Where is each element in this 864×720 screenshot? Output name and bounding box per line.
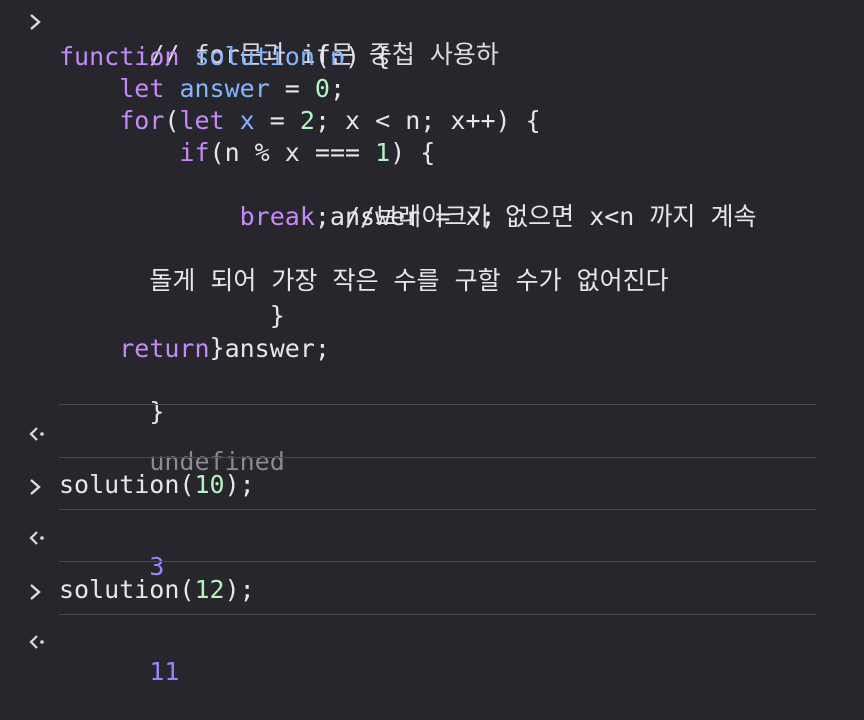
number-literal: 1 [375, 138, 391, 167]
code-line: for(let x = 2; x < n; x++) { [119, 106, 541, 135]
number-literal: 12 [194, 575, 225, 604]
code-line: function solution(n) { [59, 42, 391, 71]
code-line: return answer; [119, 334, 330, 363]
variable: answer [179, 74, 270, 103]
keyword: for [119, 106, 165, 135]
code-line: // for문과 if문 중첩 사용하 [59, 7, 499, 69]
number-literal: 10 [194, 470, 225, 499]
parameter: n [329, 42, 346, 71]
return-arrow-icon [28, 528, 44, 548]
entry-divider [59, 509, 816, 510]
entry-divider [59, 561, 816, 562]
keyword: let [179, 106, 225, 135]
code-line: let answer = 0; [119, 74, 346, 103]
entry-divider [59, 457, 816, 458]
keyword: return [119, 334, 210, 363]
number-literal: 0 [314, 74, 330, 103]
code-line: answer = x; [149, 202, 496, 231]
devtools-console: // for문과 if문 중첩 사용하 function solution(n)… [0, 0, 864, 686]
code-line: break; //브레이크가 없으면 x<n 까지 계속 [59, 201, 757, 233]
chevron-right-icon [28, 477, 42, 497]
keyword: let [119, 74, 165, 103]
entry-divider [59, 404, 816, 405]
code-line: if(n % x === 1) { [179, 138, 436, 167]
keyword: function [59, 42, 180, 71]
variable: x [239, 106, 255, 135]
code-line: 돌게 되어 가장 작은 수를 구할 수가 없어진다 [59, 233, 668, 295]
number-literal: 2 [299, 106, 315, 135]
return-arrow-icon [28, 424, 44, 444]
chevron-right-icon [28, 12, 42, 32]
return-arrow-icon [28, 632, 44, 652]
output-value: 11 [149, 657, 180, 686]
chevron-right-icon [28, 582, 42, 602]
entry-divider [59, 614, 816, 615]
keyword: if [179, 138, 210, 167]
code-line: } [149, 397, 165, 426]
keyword: break [239, 202, 315, 231]
function-name: solution [194, 42, 315, 71]
code-line: } [149, 333, 225, 362]
code-line: } [149, 301, 285, 330]
code-comment: ; //브레이크가 없으면 x<n 까지 계속 [314, 202, 757, 231]
